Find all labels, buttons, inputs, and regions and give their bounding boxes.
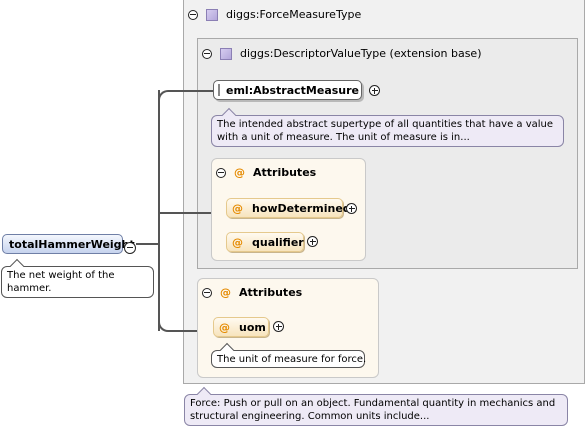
how-determined-attribute[interactable]: @ howDetermined	[226, 198, 351, 218]
uom-doc-text: The unit of measure for force.	[217, 354, 367, 365]
abstract-measure-label: eml:AbstractMeasure	[226, 83, 360, 97]
how-determined-label: howDetermined	[252, 201, 351, 215]
force-measure-type-doc: Force: Push or pull on an object. Fundam…	[184, 386, 568, 426]
descriptor-attributes-header: @ Attributes	[216, 166, 316, 179]
force-attributes-header: @ Attributes	[202, 286, 302, 299]
uom-label: uom	[239, 320, 266, 334]
descriptor-value-type-name: diggs:DescriptorValueType (extension bas…	[240, 47, 482, 60]
uom-attribute[interactable]: @ uom	[213, 317, 269, 337]
force-measure-type-doc-text: Force: Push or pull on an object. Fundam…	[190, 398, 556, 422]
connector-mid	[158, 212, 211, 214]
descriptor-value-type-header: diggs:DescriptorValueType (extension bas…	[202, 47, 481, 60]
qualifier-attribute[interactable]: @ qualifier	[226, 232, 304, 252]
how-determined-expand-icon[interactable]	[346, 203, 357, 214]
total-hammer-weight-node[interactable]: totalHammerWeight	[2, 234, 135, 254]
uom-expand-icon[interactable]	[273, 321, 284, 332]
attribute-icon: @	[232, 235, 243, 249]
abstract-measure-doc-text: The intended abstract supertype of all q…	[217, 119, 554, 143]
abstract-measure-expand-icon[interactable]	[369, 85, 380, 96]
abstract-measure-doc: The intended abstract supertype of all q…	[211, 107, 564, 147]
uom-doc: The unit of measure for force.	[211, 342, 367, 368]
collapse-toggle-icon[interactable]	[188, 9, 198, 20]
force-attributes-label: Attributes	[239, 286, 303, 299]
abstract-measure-node[interactable]: eml:AbstractMeasure	[213, 80, 362, 100]
force-measure-type-header: diggs:ForceMeasureType	[188, 8, 361, 21]
descriptor-attributes-label: Attributes	[253, 166, 317, 179]
abstract-element-icon	[218, 84, 220, 96]
collapse-toggle-icon[interactable]	[216, 167, 226, 178]
attribute-group-icon: @	[220, 286, 231, 299]
collapse-toggle-icon[interactable]	[202, 48, 212, 59]
qualifier-expand-icon[interactable]	[307, 236, 318, 247]
total-hammer-weight-doc: The net weight of the hammer.	[1, 258, 154, 298]
complex-type-icon	[206, 8, 218, 21]
attribute-group-icon: @	[234, 166, 245, 179]
connector-trunk	[158, 90, 160, 331]
connector-top-elbow	[158, 90, 216, 100]
attribute-icon: @	[219, 320, 230, 334]
total-hammer-weight-doc-text: The net weight of the hammer.	[7, 270, 115, 294]
root-collapse-icon[interactable]	[124, 238, 136, 254]
total-hammer-weight-label: totalHammerWeight	[9, 237, 135, 251]
qualifier-label: qualifier	[252, 235, 304, 249]
complex-type-icon	[220, 47, 232, 60]
collapse-toggle-icon[interactable]	[202, 287, 212, 298]
force-measure-type-name: diggs:ForceMeasureType	[226, 8, 362, 21]
attribute-icon: @	[232, 201, 243, 215]
connector-root-stub	[136, 243, 158, 245]
